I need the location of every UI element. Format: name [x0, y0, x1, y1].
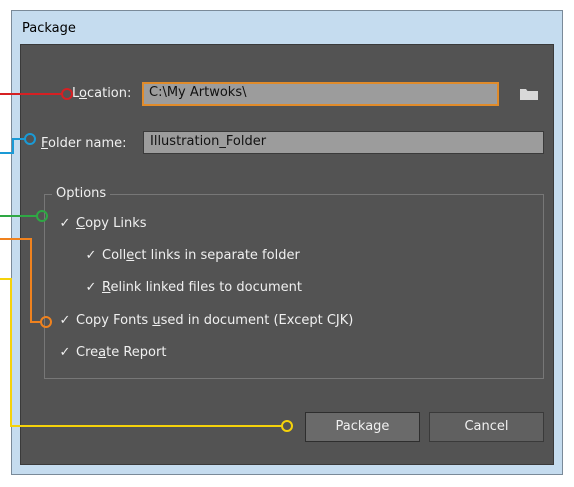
package-callout-line [0, 278, 282, 427]
folder-name-callout-marker [24, 133, 36, 145]
callout-annotations [0, 88, 293, 432]
copy-fonts-callout-line [0, 238, 41, 323]
package-callout-marker [281, 420, 293, 432]
location-callout-marker [61, 88, 73, 100]
folder-name-callout-line [0, 138, 25, 154]
copy-fonts-callout-marker [40, 316, 52, 328]
copy-links-callout-marker [36, 210, 48, 222]
